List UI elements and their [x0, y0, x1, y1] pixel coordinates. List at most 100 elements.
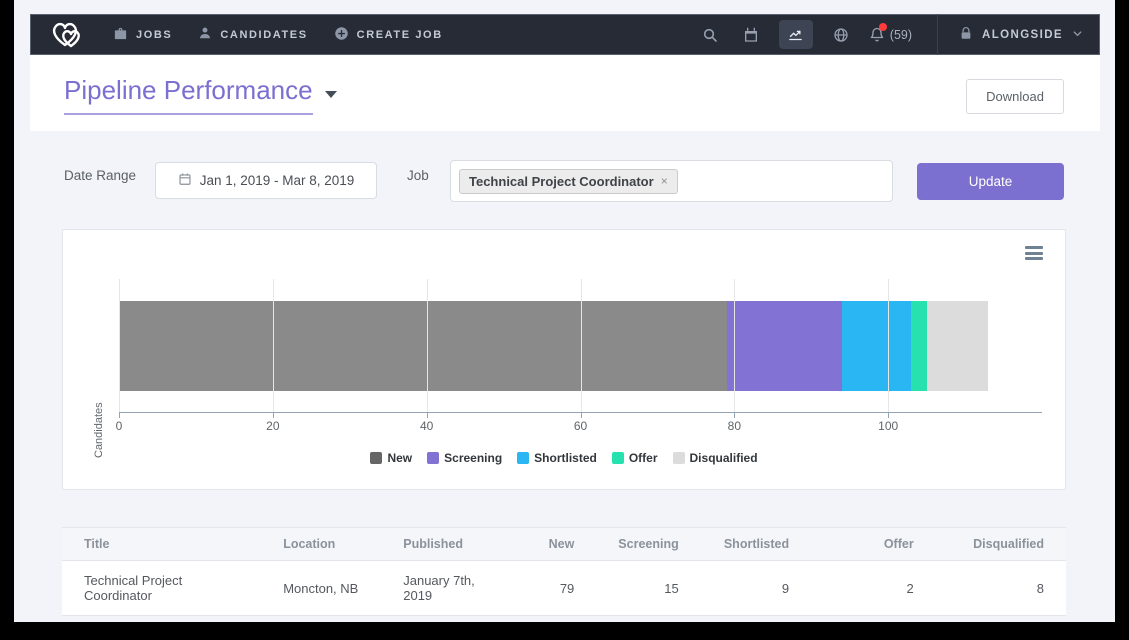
gridline [734, 279, 735, 413]
x-tick-mark [119, 413, 120, 418]
gridline [273, 279, 274, 413]
date-range-label: Date Range [64, 168, 136, 183]
col-new: New [516, 528, 596, 561]
col-location: Location [261, 528, 381, 561]
legend-swatch-icon [370, 452, 382, 464]
x-tick-mark [581, 413, 582, 418]
cell-offer: 2 [811, 561, 936, 616]
page-header: Pipeline Performance Download [30, 55, 1100, 131]
calendar-glyph-icon [178, 172, 192, 189]
download-button[interactable]: Download [966, 79, 1064, 114]
chart-legend: New Screening Shortlisted Offer Disqualified [63, 451, 1065, 465]
x-tick-mark [888, 413, 889, 418]
nav-candidates-label: CANDIDATES [220, 29, 307, 41]
legend-item-shortlisted[interactable]: Shortlisted [517, 451, 597, 465]
x-tick-mark [427, 413, 428, 418]
calendar-icon[interactable] [738, 22, 764, 48]
job-select-input[interactable]: Technical Project Coordinator × [450, 160, 893, 202]
table-row: Technical Project Coordinator Moncton, N… [62, 561, 1066, 616]
briefcase-icon [113, 26, 128, 44]
top-navbar: JOBS CANDIDATES [30, 14, 1100, 55]
nav-candidates[interactable]: CANDIDATES [198, 26, 307, 43]
date-range-input[interactable]: Jan 1, 2019 - Mar 8, 2019 [155, 162, 377, 199]
legend-item-offer[interactable]: Offer [612, 451, 658, 465]
table-header-row: Title Location Published New Screening S… [62, 528, 1066, 561]
legend-label: Disqualified [690, 451, 758, 465]
legend-swatch-icon [612, 452, 624, 464]
line-chart-icon[interactable] [779, 20, 813, 49]
col-published: Published [381, 528, 516, 561]
gridline [427, 279, 428, 413]
update-button[interactable]: Update [917, 163, 1064, 200]
gridline [888, 279, 889, 413]
nav-jobs[interactable]: JOBS [113, 26, 172, 44]
legend-swatch-icon [673, 452, 685, 464]
cell-location: Moncton, NB [261, 561, 381, 616]
screenshot-frame: JOBS CANDIDATES [0, 0, 1129, 640]
chevron-down-icon [1072, 28, 1083, 42]
x-tick-label: 40 [420, 419, 433, 433]
legend-label: New [387, 451, 412, 465]
caret-down-icon [325, 91, 337, 98]
gridline [119, 279, 120, 413]
col-title: Title [62, 528, 261, 561]
chart-context-menu-button[interactable] [1025, 246, 1043, 260]
x-tick-label: 0 [116, 419, 123, 433]
cell-published: January 7th, 2019 [381, 561, 516, 616]
job-chip-label: Technical Project Coordinator [469, 174, 654, 189]
y-axis-label: Candidates [93, 402, 105, 458]
x-tick-label: 100 [878, 419, 898, 433]
globe-icon[interactable] [828, 22, 854, 48]
search-icon[interactable] [697, 22, 723, 48]
bar-segment-offer [911, 301, 926, 391]
page-title: Pipeline Performance [64, 75, 313, 115]
alongside-logo[interactable] [47, 15, 87, 54]
x-tick-mark [734, 413, 735, 418]
chart-plot: 020406080100 [119, 279, 1042, 413]
legend-item-disqualified[interactable]: Disqualified [673, 451, 758, 465]
bell-icon [869, 26, 885, 43]
bar-segment-screening [727, 301, 842, 391]
chip-remove-icon[interactable]: × [661, 174, 668, 188]
notification-dot [879, 23, 887, 31]
col-shortlisted: Shortlisted [701, 528, 811, 561]
report-selector[interactable]: Pipeline Performance [64, 75, 337, 115]
legend-label: Shortlisted [534, 451, 597, 465]
gridline [581, 279, 582, 413]
filter-bar: Date Range Jan 1, 2019 - Mar 8, 2019 Job… [30, 131, 1100, 229]
nav-create-job[interactable]: CREATE JOB [334, 26, 443, 44]
hearts-logo-icon [47, 15, 87, 54]
account-name: ALONGSIDE [982, 29, 1063, 41]
x-tick-mark [273, 413, 274, 418]
bar-segment-shortlisted [842, 301, 911, 391]
bar-segment-disqualified [927, 301, 989, 391]
account-menu[interactable]: ALONGSIDE [959, 26, 1083, 44]
navbar-divider [937, 14, 938, 55]
col-screening: Screening [596, 528, 700, 561]
legend-swatch-icon [517, 452, 529, 464]
legend-item-screening[interactable]: Screening [427, 451, 502, 465]
lock-icon [959, 26, 973, 44]
app-window: JOBS CANDIDATES [14, 0, 1115, 622]
x-tick-label: 60 [574, 419, 587, 433]
col-offer: Offer [811, 528, 936, 561]
pipeline-chart-card: Candidates 020406080100 NewScreeningShor… [62, 229, 1066, 490]
x-tick-label: 80 [728, 419, 741, 433]
bar-segment-new [119, 301, 727, 391]
col-disqualified: Disqualified [936, 528, 1066, 561]
plus-circle-icon [334, 26, 349, 44]
legend-swatch-icon [427, 452, 439, 464]
cell-new: 79 [516, 561, 596, 616]
legend-item-new[interactable]: New [370, 451, 412, 465]
job-label: Job [407, 168, 429, 183]
cell-shortlisted: 9 [701, 561, 811, 616]
nav-jobs-label: JOBS [136, 29, 172, 41]
cell-screening: 15 [596, 561, 700, 616]
job-chip: Technical Project Coordinator × [459, 169, 678, 194]
x-tick-label: 20 [266, 419, 279, 433]
user-icon [198, 26, 212, 43]
cell-title: Technical Project Coordinator [62, 561, 261, 616]
legend-label: Screening [444, 451, 502, 465]
notifications-button[interactable]: (59) [869, 26, 912, 43]
pipeline-table: Title Location Published New Screening S… [62, 527, 1066, 616]
